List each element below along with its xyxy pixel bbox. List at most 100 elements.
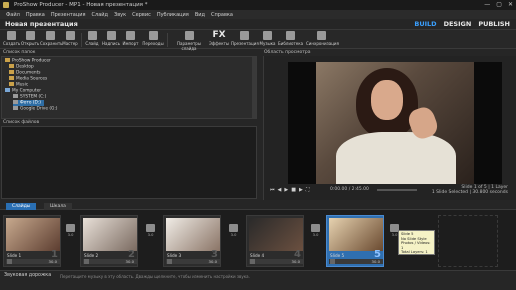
- transition-item[interactable]: 3.0: [65, 224, 76, 244]
- window-title: ProShow Producer - MP1 - Новая презентац…: [14, 2, 148, 8]
- toolbar-music-button[interactable]: Музыка: [259, 31, 276, 49]
- app-folder-icon: [5, 58, 10, 62]
- maximize-button[interactable]: ▢: [496, 1, 502, 9]
- close-button[interactable]: ✕: [508, 1, 513, 9]
- toolbar-wizard-button[interactable]: Мастер: [62, 31, 78, 49]
- play-icon[interactable]: [7, 259, 12, 264]
- menu-tools[interactable]: Сервис: [129, 12, 154, 18]
- mode-publish[interactable]: PUBLISH: [478, 19, 510, 29]
- toolbar-slide-button[interactable]: Слайд: [84, 31, 100, 49]
- file-list[interactable]: [1, 126, 257, 199]
- fullscreen-icon[interactable]: ⛶: [306, 187, 310, 193]
- transition-item[interactable]: 3.0: [228, 224, 239, 244]
- slide-label: Slide 5: [330, 253, 345, 258]
- toolbar-separator: [81, 33, 82, 47]
- slide-duration[interactable]: 30.0: [292, 259, 300, 264]
- tree-scrollbar[interactable]: [252, 57, 256, 118]
- mode-design[interactable]: DESIGN: [444, 19, 472, 29]
- slide-item[interactable]: Slide 4 4 30.0: [246, 215, 304, 267]
- toolbar-label: Создать: [3, 41, 21, 46]
- toolbar-library-button[interactable]: Библиотека: [278, 31, 304, 49]
- transition-item[interactable]: 3.0: [310, 224, 321, 244]
- preview-screen[interactable]: [288, 62, 502, 184]
- slide-item-selected[interactable]: Slide 5 5 30.0: [326, 215, 384, 267]
- toolbar-label: Слайд: [85, 41, 99, 46]
- play-icon[interactable]: [84, 259, 89, 264]
- play-icon[interactable]: ▶: [284, 187, 288, 193]
- toolbar-label: Переходы: [142, 41, 164, 46]
- empty-slide-slot[interactable]: [438, 215, 498, 267]
- playback-controls: ⏮ ◀ ▶ ■ ▶ ⛶: [270, 187, 309, 193]
- tree-item-label: Фото (D:): [20, 100, 41, 106]
- soundtrack-title: Звуковая дорожка: [4, 273, 52, 278]
- import-icon: [126, 31, 135, 40]
- slide-duration[interactable]: 30.0: [49, 259, 57, 264]
- toolbar-label: Библиотека: [278, 41, 304, 46]
- tab-timeline[interactable]: Шкала: [44, 203, 72, 210]
- toolbar-slide-options-button[interactable]: Параметры слайда: [170, 31, 208, 51]
- toolbar-show-button[interactable]: Презентация: [231, 31, 259, 49]
- preview-header: Область просмотра: [264, 50, 311, 55]
- play-icon[interactable]: [250, 259, 255, 264]
- mode-build[interactable]: BUILD: [414, 19, 436, 29]
- slide-item[interactable]: Slide 2 2 30.0: [80, 215, 138, 267]
- main-toolbar: Создать Открыть Сохранить Мастер Слайд Н…: [0, 30, 516, 51]
- toolbar-label: Импорт: [122, 41, 139, 46]
- tree-item-label: Desktop: [16, 64, 34, 70]
- transition-duration: 3.0: [67, 233, 74, 237]
- play-icon[interactable]: [330, 259, 335, 264]
- slide-duration[interactable]: 30.0: [372, 259, 380, 264]
- preview-photo: [316, 62, 474, 184]
- fx-icon: FX: [212, 30, 226, 40]
- transition-item[interactable]: 3.0: [145, 224, 156, 244]
- slide-duration[interactable]: 30.0: [126, 259, 134, 264]
- folder-icon: [9, 64, 14, 68]
- forward-icon[interactable]: ▶: [299, 187, 303, 193]
- play-icon[interactable]: [167, 259, 172, 264]
- slide-item[interactable]: Slide 3 3 30.0: [163, 215, 221, 267]
- slide-duration[interactable]: 30.0: [209, 259, 217, 264]
- toolbar-label: Музыка: [259, 41, 276, 46]
- menu-bar: Файл Правка Презентация Слайд Звук Серви…: [0, 10, 516, 19]
- slide-item[interactable]: Slide 1 1 30.0: [3, 215, 61, 267]
- toolbar-label: Презентация: [231, 41, 259, 46]
- menu-slide[interactable]: Слайд: [89, 12, 111, 18]
- drive-icon: [13, 100, 18, 104]
- new-icon: [6, 31, 16, 40]
- transition-icon: [311, 224, 320, 232]
- slide-thumbnail: [166, 218, 220, 251]
- toolbar-sync-button[interactable]: Синхронизация: [306, 31, 339, 49]
- menu-show[interactable]: Презентация: [48, 12, 89, 18]
- toolbar-open-button[interactable]: Открыть: [21, 31, 39, 49]
- menu-audio[interactable]: Звук: [111, 12, 129, 18]
- rewind-icon[interactable]: ◀: [278, 187, 282, 193]
- toolbar-effects-button[interactable]: FX Эффекты: [209, 31, 229, 49]
- music-icon: [263, 31, 272, 40]
- toolbar-caption-button[interactable]: Надпись: [102, 31, 120, 49]
- folder-tree[interactable]: ProShow Producer Desktop Documents Media…: [1, 56, 257, 119]
- menu-edit[interactable]: Правка: [23, 12, 48, 18]
- slide-thumbnail: [249, 218, 303, 251]
- stop-icon[interactable]: ■: [291, 187, 296, 193]
- slide-icon: [87, 31, 97, 40]
- title-bar: ProShow Producer - MP1 - Новая презентац…: [0, 0, 516, 10]
- slide-label: Slide 3: [167, 253, 182, 258]
- toolbar-save-button[interactable]: Сохранить: [40, 31, 63, 49]
- tree-item[interactable]: Google Drive (G:): [13, 106, 57, 112]
- volume-slider[interactable]: [377, 189, 417, 191]
- slide-label: Slide 4: [250, 253, 265, 258]
- tree-item-label: Google Drive (G:): [20, 106, 58, 112]
- menu-publish[interactable]: Публикация: [154, 12, 192, 18]
- toolbar-new-button[interactable]: Создать: [3, 31, 21, 49]
- menu-view[interactable]: Вид: [192, 12, 208, 18]
- menu-file[interactable]: Файл: [3, 12, 23, 18]
- skip-back-icon[interactable]: ⏮: [270, 187, 275, 193]
- menu-help[interactable]: Справка: [208, 12, 236, 18]
- soundtrack-bar[interactable]: Звуковая дорожка Перетащите музыку в эту…: [0, 270, 516, 290]
- toolbar-import-button[interactable]: Импорт: [122, 31, 139, 49]
- selection-info: 1 Slide Selected | 30.800 seconds: [431, 190, 508, 195]
- toolbar-transitions-button[interactable]: Переходы: [141, 31, 165, 49]
- toolbar-label: Эффекты: [209, 41, 229, 46]
- tab-slides[interactable]: Слайды: [6, 203, 37, 210]
- minimize-button[interactable]: —: [484, 1, 490, 9]
